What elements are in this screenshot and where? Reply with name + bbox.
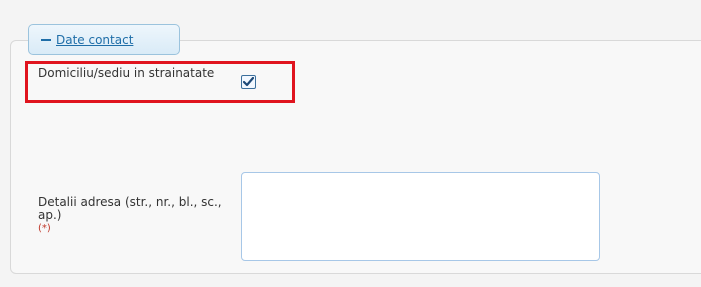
address-details-label: Detalii adresa (str., nr., bl., sc., ap.…	[38, 196, 228, 235]
collapse-minus-icon	[41, 38, 51, 41]
abroad-checkbox-label: Domiciliu/sediu in strainatate	[38, 66, 215, 80]
address-details-label-text: Detalii adresa (str., nr., bl., sc., ap.…	[38, 195, 222, 222]
address-details-input[interactable]	[241, 172, 600, 261]
required-marker: (*)	[38, 223, 51, 234]
abroad-checkbox[interactable]	[241, 75, 256, 89]
checkmark-icon	[243, 77, 254, 87]
date-contact-toggle-button[interactable]: Date contact	[28, 24, 180, 55]
date-contact-toggle-label: Date contact	[56, 32, 134, 47]
